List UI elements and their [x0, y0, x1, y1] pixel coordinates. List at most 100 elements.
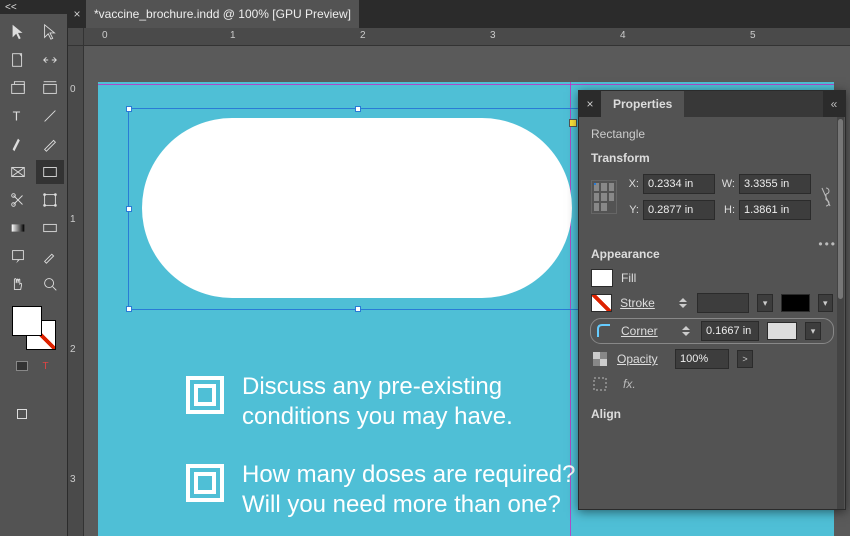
tool-pencil[interactable]	[36, 132, 64, 156]
apply-color[interactable]	[12, 358, 32, 374]
ruler-vertical[interactable]: 0 1 2 3	[68, 46, 84, 536]
tool-content-collector[interactable]	[4, 76, 32, 100]
reference-point-picker[interactable]	[591, 180, 617, 214]
ruler-h-2: 2	[360, 30, 366, 41]
panel-collapse-icon[interactable]: «	[823, 91, 845, 117]
selection-handle-n[interactable]	[355, 106, 361, 112]
checklist-text-2: How many doses are required? Will you ne…	[242, 460, 616, 520]
h-label: H:	[719, 204, 735, 216]
ruler-origin[interactable]	[68, 28, 84, 46]
effects-row: fx.	[591, 375, 833, 393]
transform-more-icon[interactable]: •••	[818, 237, 837, 251]
tool-selection[interactable]	[4, 20, 32, 44]
tool-gap[interactable]	[36, 48, 64, 72]
corner-row: Corner 0.1667 in ▾	[591, 319, 833, 343]
toolbox: T T	[0, 14, 68, 536]
fill-swatch-white[interactable]	[591, 269, 613, 287]
panel-close-icon[interactable]: ×	[579, 91, 601, 117]
tool-pen[interactable]	[4, 132, 32, 156]
h-field[interactable]: 1.3861 in	[739, 200, 811, 220]
ruler-v-3: 3	[70, 474, 76, 485]
ruler-h-5: 5	[750, 30, 756, 41]
ruler-v-2: 2	[70, 344, 76, 355]
fill-stroke-swatches[interactable]	[12, 306, 56, 350]
section-align-title: Align	[591, 407, 833, 421]
checklist-text-1: Discuss any pre-existing conditions you …	[242, 372, 586, 432]
document-tab-bar: × *vaccine_brochure.indd @ 100% [GPU Pre…	[68, 0, 850, 28]
tool-scissors[interactable]	[4, 188, 32, 212]
tool-zoom[interactable]	[36, 272, 64, 296]
tool-direct-selection[interactable]	[36, 20, 64, 44]
effects-icon[interactable]	[591, 375, 609, 393]
fill-label[interactable]: Fill	[621, 271, 671, 285]
ruler-h-1: 1	[230, 30, 236, 41]
tool-hand[interactable]	[4, 272, 32, 296]
tool-eyedropper[interactable]	[36, 244, 64, 268]
corner-shape-swatch[interactable]	[767, 322, 797, 340]
ruler-v-0: 0	[70, 84, 76, 95]
stroke-weight-field[interactable]	[697, 293, 749, 313]
tool-rectangle-frame[interactable]	[4, 160, 32, 184]
tool-rectangle[interactable]	[36, 160, 64, 184]
stroke-style-dropdown[interactable]: ▾	[818, 294, 833, 312]
apply-gradient[interactable]	[12, 382, 32, 398]
screen-mode[interactable]	[12, 406, 32, 422]
ruler-h-3: 3	[490, 30, 496, 41]
document-tab-title: *vaccine_brochure.indd @ 100% [GPU Previ…	[94, 7, 351, 21]
tool-note[interactable]	[4, 244, 32, 268]
w-label: W:	[719, 178, 735, 190]
stroke-weight-spin[interactable]	[676, 294, 689, 312]
corner-live-handle[interactable]	[569, 119, 577, 127]
ruler-v-1: 1	[70, 214, 76, 225]
checkbox-icon	[186, 376, 224, 414]
y-field[interactable]: 0.2877 in	[643, 200, 715, 220]
selection-handle-nw[interactable]	[126, 106, 132, 112]
fx-label[interactable]: fx.	[623, 377, 636, 391]
selection-handle-sw[interactable]	[126, 306, 132, 312]
opacity-label[interactable]: Opacity	[617, 352, 667, 366]
fill-swatch[interactable]	[12, 306, 42, 336]
selection-handle-s[interactable]	[355, 306, 361, 312]
constrain-proportions-icon[interactable]	[819, 186, 833, 208]
panel-scrollbar[interactable]	[837, 117, 844, 509]
opacity-dropdown[interactable]: >	[737, 350, 753, 368]
x-label: X:	[625, 178, 639, 190]
tool-line[interactable]	[36, 104, 64, 128]
checklist-item-2: How many doses are required? Will you ne…	[186, 460, 616, 520]
tool-content-placer[interactable]	[36, 76, 64, 100]
w-field[interactable]: 3.3355 in	[739, 174, 811, 194]
ruler-horizontal[interactable]: 0 1 2 3 4 5	[84, 28, 850, 46]
corner-label[interactable]: Corner	[621, 324, 671, 338]
apply-none[interactable]	[36, 382, 56, 398]
corner-icon	[595, 322, 613, 340]
ruler-h-0: 0	[102, 30, 108, 41]
tool-page[interactable]	[4, 48, 32, 72]
x-field[interactable]: 0.2334 in	[643, 174, 715, 194]
corner-radius-spin[interactable]	[679, 322, 693, 340]
document-tab[interactable]: *vaccine_brochure.indd @ 100% [GPU Previ…	[86, 0, 359, 28]
corner-shape-dropdown[interactable]: ▾	[805, 322, 821, 340]
selected-object-type: Rectangle	[591, 127, 833, 141]
tool-free-transform[interactable]	[36, 188, 64, 212]
ruler-h-4: 4	[620, 30, 626, 41]
selection-handle-w[interactable]	[126, 206, 132, 212]
corner-radius-field[interactable]: 0.1667 in	[701, 321, 759, 341]
checklist-item-1: Discuss any pre-existing conditions you …	[186, 372, 586, 432]
apply-text-color[interactable]: T	[36, 358, 56, 374]
tool-type[interactable]: T	[4, 104, 32, 128]
opacity-field[interactable]: 100%	[675, 349, 729, 369]
tool-gradient-feather[interactable]	[36, 216, 64, 240]
stroke-weight-dropdown[interactable]: ▾	[757, 294, 772, 312]
stroke-label[interactable]: Stroke	[620, 296, 668, 310]
section-transform-title: Transform	[591, 151, 833, 165]
opacity-row: Opacity 100% >	[591, 349, 833, 369]
guide-horizontal[interactable]	[98, 84, 834, 85]
stroke-style-swatch[interactable]	[781, 294, 810, 312]
stroke-swatch-none[interactable]	[591, 294, 612, 312]
screen-mode-2[interactable]	[36, 406, 56, 422]
tool-gradient-swatch[interactable]	[4, 216, 32, 240]
stroke-row: Stroke ▾ ▾	[591, 293, 833, 313]
tab-close-icon[interactable]: ×	[68, 0, 86, 28]
panel-tab-properties[interactable]: Properties	[601, 91, 684, 117]
toolbox-collapse[interactable]: <<	[0, 0, 68, 14]
